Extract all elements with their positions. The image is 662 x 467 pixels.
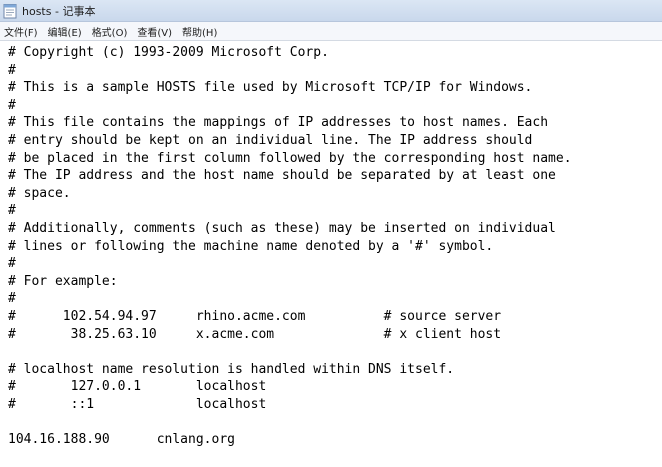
- text-line: [8, 343, 662, 361]
- menu-view[interactable]: 查看(V): [137, 24, 172, 39]
- text-line: #: [8, 291, 16, 307]
- title-bar[interactable]: hosts - 记事本: [0, 0, 662, 22]
- text-line: #: [8, 62, 16, 78]
- text-line: # Additionally, comments (such as these)…: [8, 220, 556, 236]
- text-line: # ::1 localhost: [8, 396, 267, 412]
- text-line: # 127.0.0.1 localhost: [8, 379, 267, 395]
- text-line: # This file contains the mappings of IP …: [8, 115, 549, 131]
- menu-file[interactable]: 文件(F): [4, 24, 38, 39]
- text-line: # localhost name resolution is handled w…: [8, 361, 455, 377]
- text-line: 104.16.188.90 cnlang.org: [8, 432, 235, 448]
- menu-format[interactable]: 格式(O): [92, 24, 128, 39]
- window-title: hosts - 记事本: [22, 4, 96, 18]
- text-line: # For example:: [8, 273, 118, 289]
- menu-bar: 文件(F) 编辑(E) 格式(O) 查看(V) 帮助(H): [0, 22, 662, 41]
- text-line: # This is a sample HOSTS file used by Mi…: [8, 80, 533, 96]
- text-editor-area[interactable]: # Copyright (c) 1993-2009 Microsoft Corp…: [0, 41, 662, 467]
- text-line: #: [8, 203, 16, 219]
- text-line: # space.: [8, 185, 71, 201]
- text-line: # Copyright (c) 1993-2009 Microsoft Corp…: [8, 45, 329, 60]
- text-line: # 102.54.94.97 rhino.acme.com # source s…: [8, 308, 502, 324]
- text-line: [8, 413, 662, 431]
- text-line: # 38.25.63.10 x.acme.com # x client host: [8, 326, 502, 342]
- notepad-window: hosts - 记事本 文件(F) 编辑(E) 格式(O) 查看(V) 帮助(H…: [0, 0, 662, 467]
- menu-help[interactable]: 帮助(H): [182, 24, 217, 39]
- text-line: # be placed in the first column followed…: [8, 150, 572, 166]
- text-line: # The IP address and the host name shoul…: [8, 168, 556, 184]
- text-line: #: [8, 97, 16, 113]
- text-line: # lines or following the machine name de…: [8, 238, 494, 254]
- menu-edit[interactable]: 编辑(E): [48, 24, 82, 39]
- notepad-icon: [3, 3, 17, 19]
- text-line: #: [8, 256, 16, 272]
- text-line: # entry should be kept on an individual …: [8, 132, 533, 148]
